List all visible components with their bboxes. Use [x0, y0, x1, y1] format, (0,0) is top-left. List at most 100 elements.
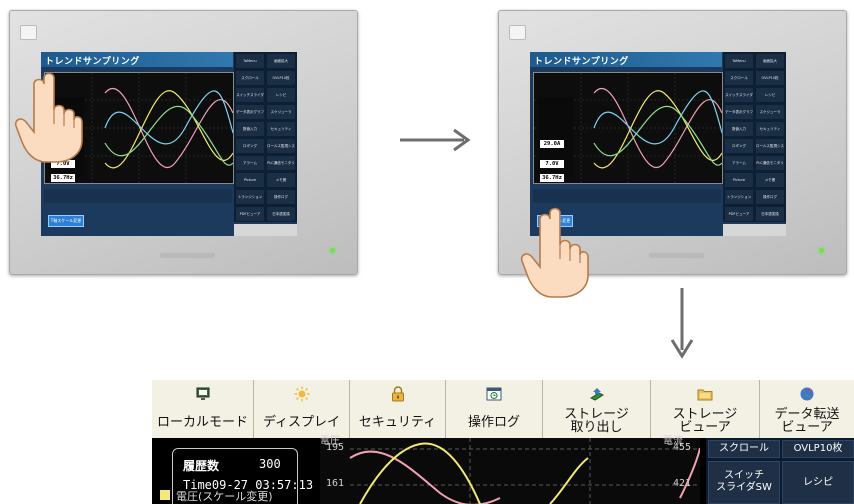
brand-logo-icon	[509, 25, 526, 40]
menu-storage-viewer[interactable]: ストレージ ビューア	[651, 380, 760, 438]
globe-icon	[800, 387, 814, 401]
padlock-icon	[391, 386, 404, 402]
side-button[interactable]: 操作ログ	[756, 190, 784, 204]
side-button[interactable]: トランジション	[725, 190, 753, 204]
right-tick: 455	[673, 442, 692, 453]
voltage-value: 7.0V	[540, 160, 564, 168]
menu-label: ストレージ ビューア	[672, 407, 738, 435]
trend-plot	[349, 438, 701, 504]
side-button[interactable]: トランジション	[236, 190, 264, 204]
right-tick: 421	[673, 478, 692, 489]
side-button[interactable]: メモ帳	[267, 173, 295, 187]
side-button[interactable]: データ表示グラフ表示	[725, 105, 753, 119]
screen-title: トレンドサンプリング	[534, 57, 629, 67]
side-button[interactable]: スケジューラ	[756, 105, 784, 119]
side-button[interactable]: 数値入力	[236, 122, 264, 136]
menu-label: データ転送 ビューア	[774, 407, 840, 435]
power-led-icon	[819, 248, 824, 253]
voltage-legend-swatch	[160, 490, 170, 500]
side-button[interactable]: スイッチスライダSW	[236, 88, 264, 102]
side-button[interactable]: スクロール	[725, 71, 753, 85]
side-button[interactable]: 画面拡大	[756, 54, 784, 68]
side-button[interactable]: アラーム	[725, 156, 753, 170]
right-arrow-icon	[400, 128, 471, 152]
side-button[interactable]: OVLP10枚	[267, 71, 295, 85]
monitor-icon	[196, 387, 209, 400]
brand-mark	[649, 253, 704, 258]
side-button[interactable]: アラーム	[236, 156, 264, 170]
power-led-icon	[330, 248, 335, 253]
eject-storage-icon	[589, 388, 604, 401]
history-count-label: 履歴数	[183, 459, 220, 473]
menu-label: 操作ログ	[467, 415, 520, 430]
menu-data-transfer-viewer[interactable]: データ転送 ビューア	[760, 380, 854, 438]
menu-local-mode[interactable]: ローカルモード	[152, 380, 254, 438]
side-menu: スクロール OVLP10枚 スイッチ スライダSW レシピ	[706, 438, 854, 504]
menu-label: ストレージ 取り出し	[564, 407, 629, 435]
brand-logo-icon	[20, 25, 37, 40]
side-button[interactable]: 操作ログ	[267, 190, 295, 204]
sun-icon	[294, 386, 309, 402]
menu-display[interactable]: ディスプレイ	[254, 380, 350, 438]
side-button[interactable]: 画面拡大	[267, 54, 295, 68]
switch-slider-button[interactable]: スイッチ スライダSW	[708, 461, 780, 504]
side-button[interactable]: ロールス監視システム	[756, 139, 784, 153]
side-button[interactable]: レシピ	[756, 88, 784, 102]
history-count-value: 300	[259, 457, 281, 471]
scroll-button[interactable]: スクロール	[708, 440, 780, 458]
side-button[interactable]: セキュリティ	[267, 122, 295, 136]
side-button[interactable]: OVLP10枚	[756, 71, 784, 85]
side-button[interactable]: 日本語変換	[267, 207, 295, 221]
ovlp10-button[interactable]: OVLP10枚	[782, 440, 854, 458]
screen-title: トレンドサンプリング	[45, 57, 140, 67]
frequency-value: 36.7Hz	[51, 174, 75, 182]
menu-label: ディスプレイ	[262, 415, 341, 430]
side-button[interactable]: スイッチスライダSW	[725, 88, 753, 102]
frequency-value: 36.7Hz	[540, 174, 564, 182]
current-value: 29.0A	[540, 140, 564, 148]
side-button[interactable]: PLC通信モニタリング	[267, 156, 295, 170]
down-arrow-icon	[670, 288, 694, 359]
side-button[interactable]: スケジューラ	[267, 105, 295, 119]
screen-side-menu: ToMenu 画面拡大 スクロール OVLP10枚 スイッチスライダSW レシピ…	[234, 52, 297, 222]
side-button[interactable]: レシピ	[267, 88, 295, 102]
side-button[interactable]: ToMenu	[236, 54, 264, 68]
recipe-button[interactable]: レシピ	[782, 461, 854, 504]
side-button[interactable]: PLC通信モニタリング	[756, 156, 784, 170]
menu-storage-eject[interactable]: ストレージ 取り出し	[543, 380, 651, 438]
side-button[interactable]: セキュリティ	[756, 122, 784, 136]
trend-toolbar[interactable]	[533, 189, 721, 203]
folder-icon	[697, 389, 713, 401]
side-button[interactable]: スクロール	[236, 71, 264, 85]
system-menu-bar: ローカルモード ディスプレイ セキュリティ 操作ログ ストレージ 取り出し スト…	[152, 380, 854, 438]
menu-label: ローカルモード	[156, 415, 248, 430]
brand-mark	[160, 253, 215, 258]
left-tick: 195	[326, 442, 345, 453]
status-strip	[723, 224, 786, 236]
trend-screen-content: 履歴数 300 Time09-27 03:57:13 電圧(スケール変更) 電圧…	[152, 436, 854, 504]
side-button[interactable]: Picture	[236, 173, 264, 187]
tapping-hand-icon	[520, 207, 589, 298]
side-button[interactable]: 数値入力	[725, 122, 753, 136]
trend-toolbar[interactable]	[44, 189, 232, 203]
side-button[interactable]: 日本語変換	[756, 207, 784, 221]
side-button[interactable]: メモ帳	[756, 173, 784, 187]
side-button[interactable]: ToMenu	[725, 54, 753, 68]
side-button[interactable]: ロギング	[236, 139, 264, 153]
side-button[interactable]: データ表示グラフ表示	[236, 105, 264, 119]
trend-graph: 電圧 195 161 電流 455 421	[320, 436, 701, 504]
log-clock-icon	[486, 387, 502, 401]
menu-operation-log[interactable]: 操作ログ	[446, 380, 543, 438]
side-button[interactable]: PDFビューア	[725, 207, 753, 221]
t-axis-scale-button[interactable]: T軸スケール変更	[48, 215, 84, 227]
tapping-hand-icon	[14, 72, 83, 163]
side-button[interactable]: PDFビューア	[236, 207, 264, 221]
menu-security[interactable]: セキュリティ	[350, 380, 446, 438]
screen-button-row: T軸スケール変更	[44, 207, 232, 232]
voltage-legend-label: 電圧(スケール変更)	[176, 490, 273, 503]
side-button[interactable]: ロギング	[725, 139, 753, 153]
status-strip	[234, 224, 297, 236]
side-button[interactable]: Picture	[725, 173, 753, 187]
left-tick: 161	[326, 478, 345, 489]
side-button[interactable]: ロールス監視システム	[267, 139, 295, 153]
